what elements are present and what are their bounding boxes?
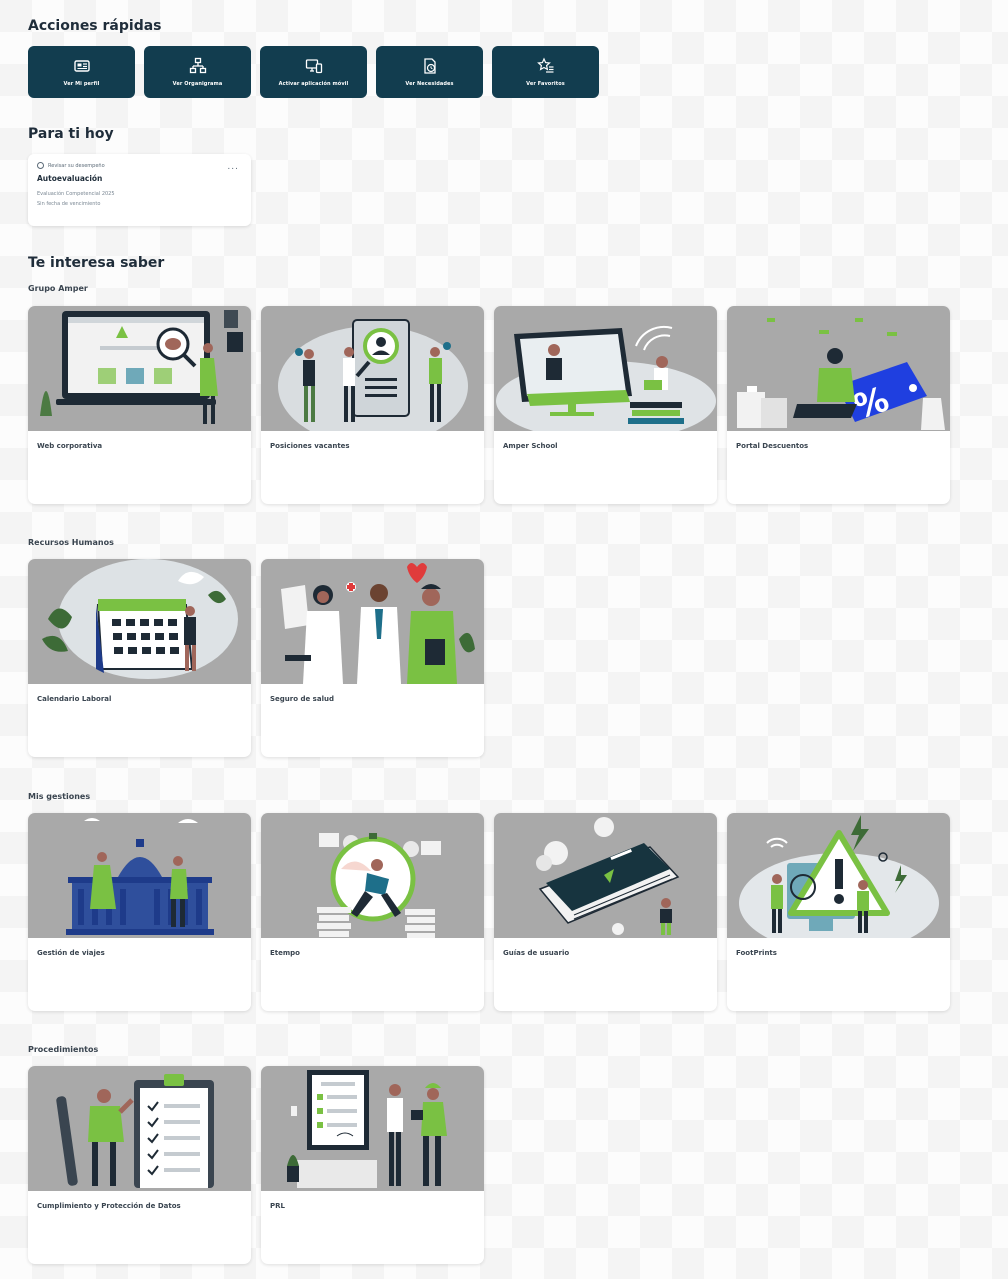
group-title-mis-gestiones: Mis gestiones: [28, 792, 91, 801]
portal-descuentos-illustration: %: [727, 306, 950, 431]
card-label: Seguro de salud: [270, 695, 334, 703]
card-label: Calendario Laboral: [37, 695, 112, 703]
view-needs-label: Ver Necesidades: [405, 81, 454, 87]
document-clock-icon: [423, 58, 436, 74]
activate-mobile-app-button[interactable]: Activar aplicación móvil: [260, 46, 367, 98]
card-guias-de-usuario[interactable]: Guías de usuario: [494, 813, 717, 1011]
amper-school-illustration: [494, 306, 717, 431]
task-category: Revisar su desempeño: [37, 162, 242, 169]
etempo-illustration: [261, 813, 484, 938]
card-label: FootPrints: [736, 949, 777, 957]
card-label: Gestión de viajes: [37, 949, 105, 957]
card-label: Cumplimiento y Protección de Datos: [37, 1202, 181, 1210]
task-due-date: Sin fecha de vencimiento: [37, 201, 101, 207]
org-chart-icon: [189, 57, 206, 74]
card-cumplimiento-proteccion-datos[interactable]: Cumplimiento y Protección de Datos: [28, 1066, 251, 1264]
card-prl[interactable]: PRL: [261, 1066, 484, 1264]
seguro-de-salud-illustration: [261, 559, 484, 684]
card-web-corporativa[interactable]: Web corporativa: [28, 306, 251, 504]
task-card[interactable]: Revisar su desempeño Autoevaluación Eval…: [28, 154, 251, 226]
more-options-icon[interactable]: ...: [227, 162, 239, 172]
task-category-label: Revisar su desempeño: [48, 162, 105, 169]
view-org-chart-button[interactable]: Ver Organigrama: [144, 46, 251, 98]
interest-title: Te interesa saber: [28, 255, 165, 271]
card-calendario-laboral[interactable]: Calendario Laboral: [28, 559, 251, 757]
view-favorites-label: Ver Favoritos: [526, 81, 565, 87]
task-subtitle: Evaluación Competencial 2025: [37, 191, 115, 197]
view-org-chart-label: Ver Organigrama: [172, 81, 223, 87]
card-gestion-de-viajes[interactable]: Gestión de viajes: [28, 813, 251, 1011]
today-title: Para ti hoy: [28, 126, 114, 142]
cumplimiento-illustration: [28, 1066, 251, 1191]
prl-illustration: [261, 1066, 484, 1191]
card-label: PRL: [270, 1202, 285, 1210]
mobile-devices-icon: [305, 59, 322, 74]
home-page: Acciones rápidas Ver Mi perfil Ver Organ…: [0, 0, 1008, 1279]
card-label: Posiciones vacantes: [270, 442, 350, 450]
card-label: Etempo: [270, 949, 300, 957]
card-label: Amper School: [503, 442, 558, 450]
card-label: Portal Descuentos: [736, 442, 809, 450]
group-title-procedimientos: Procedimientos: [28, 1045, 99, 1054]
calendario-laboral-illustration: [28, 559, 251, 684]
gestion-de-viajes-illustration: [28, 813, 251, 938]
card-etempo[interactable]: Etempo: [261, 813, 484, 1011]
star-list-icon: [536, 57, 553, 73]
task-title: Autoevaluación: [37, 174, 103, 183]
card-label: Web corporativa: [37, 442, 103, 450]
card-seguro-de-salud[interactable]: Seguro de salud: [261, 559, 484, 757]
card-amper-school[interactable]: Amper School: [494, 306, 717, 504]
card-footprints[interactable]: FootPrints: [727, 813, 950, 1011]
card-label: Guías de usuario: [503, 949, 570, 957]
id-card-icon: [73, 60, 90, 72]
footprints-illustration: [727, 813, 950, 938]
view-profile-button[interactable]: Ver Mi perfil: [28, 46, 135, 98]
quick-actions-row: Ver Mi perfil Ver Organigrama Activar ap…: [28, 46, 599, 98]
card-portal-descuentos[interactable]: % Portal Descuentos: [727, 306, 950, 504]
view-needs-button[interactable]: Ver Necesidades: [376, 46, 483, 98]
group-title-grupo-amper: Grupo Amper: [28, 284, 88, 293]
quick-actions-title: Acciones rápidas: [28, 18, 162, 34]
view-profile-label: Ver Mi perfil: [63, 81, 100, 87]
web-corporativa-illustration: [28, 306, 251, 431]
view-favorites-button[interactable]: Ver Favoritos: [492, 46, 599, 98]
card-posiciones-vacantes[interactable]: Posiciones vacantes: [261, 306, 484, 504]
posiciones-vacantes-illustration: [261, 306, 484, 431]
group-title-recursos-humanos: Recursos Humanos: [28, 538, 114, 547]
activate-mobile-app-label: Activar aplicación móvil: [278, 81, 349, 87]
target-icon: [37, 162, 44, 169]
guias-de-usuario-illustration: [494, 813, 717, 938]
